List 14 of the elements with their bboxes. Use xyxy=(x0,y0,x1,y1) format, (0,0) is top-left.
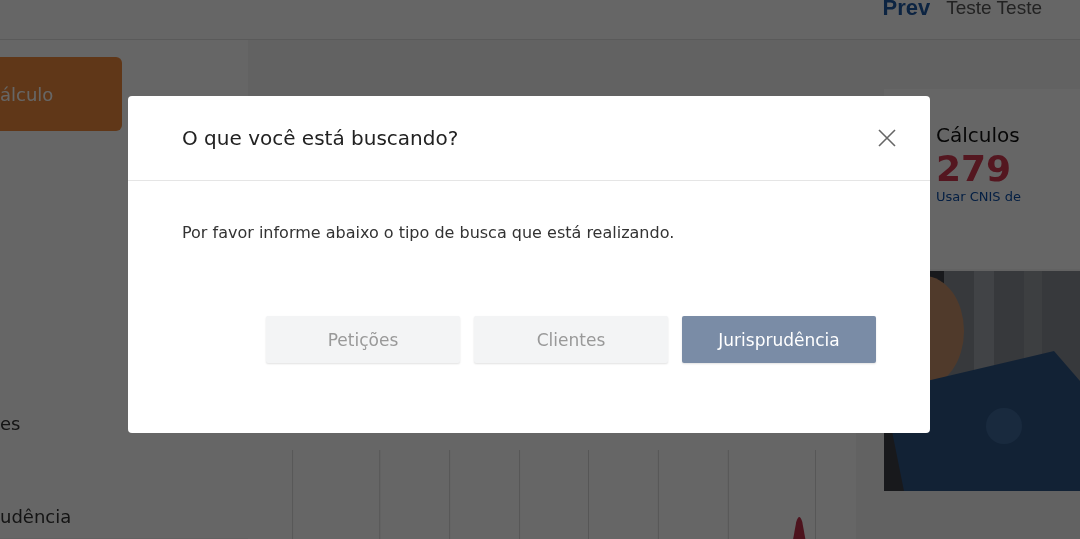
count-value: 279 xyxy=(936,149,1013,189)
new-calculation-button[interactable]: álculo xyxy=(0,57,122,131)
dialog-title: O que você está buscando? xyxy=(182,126,459,150)
user-name[interactable]: Teste Teste xyxy=(946,0,1042,16)
card-title: Cálculos xyxy=(936,123,1021,147)
cnis-link[interactable]: Usar CNIS de xyxy=(936,188,1021,204)
search-type-button[interactable]: Petições xyxy=(266,316,460,363)
dialog-message: Por favor informe abaixo o tipo de busca que está realizando. xyxy=(182,223,676,242)
close-icon[interactable] xyxy=(878,129,896,147)
search-type-button[interactable]: Clientes xyxy=(474,316,668,363)
search-type-button[interactable]: Jurisprudência xyxy=(682,316,876,363)
sidebar-item[interactable]: udência xyxy=(0,506,72,527)
sidebar-item[interactable]: es xyxy=(0,413,21,434)
brand-logo[interactable]: Prev xyxy=(882,0,931,16)
